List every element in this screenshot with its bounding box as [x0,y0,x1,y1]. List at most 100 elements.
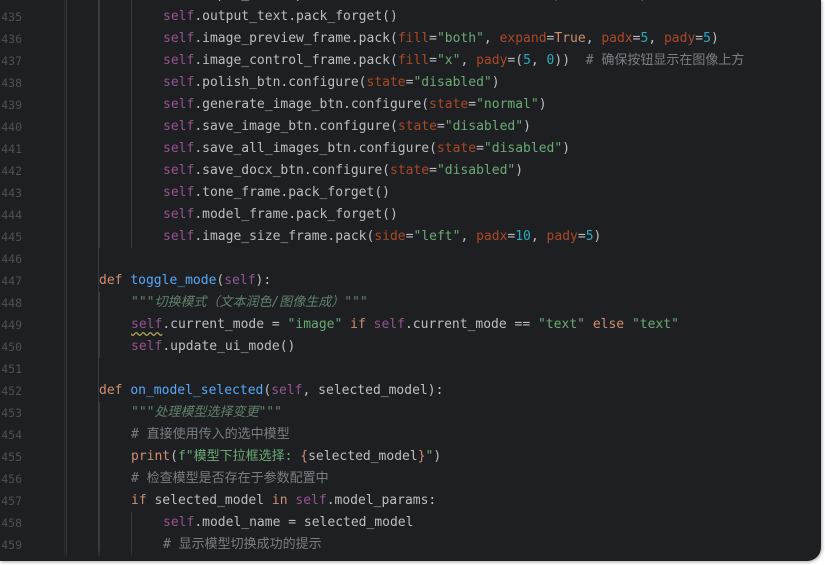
code-token: if [131,493,155,508]
code-token: ) [515,163,524,178]
code-text[interactable]: self.tone_frame.pack_forget() [163,182,390,204]
code-token: .image_size_frame.pack( [194,229,375,244]
code-token: = [586,0,594,2]
code-text[interactable]: self.image_preview_frame.pack(fill="both… [163,28,719,50]
code-text[interactable]: print(f"模型下拉框选择: {selected_model}") [131,446,441,468]
code-token: = [577,229,586,244]
code-line[interactable]: 456 # 检查模型是否存在于参数配置中 [0,468,821,490]
line-number: 436 [1,32,22,46]
code-text[interactable]: self.save_image_btn.configure(state="dis… [163,116,531,138]
indent-guide [66,182,67,204]
code-token: =( [507,53,524,68]
code-line[interactable]: 440 self.save_image_btn.configure(state="… [0,116,821,138]
code-token: , [648,31,664,46]
code-text[interactable]: """处理模型选择变更""" [131,402,282,424]
code-token: , [460,53,477,68]
code-line[interactable]: 453 """处理模型选择变更""" [0,402,821,424]
code-token: "text" [538,317,585,332]
code-line[interactable]: 450 self.update_ui_mode() [0,336,821,358]
code-token: # 检查模型是否存在于参数配置中 [131,471,329,486]
code-token: self [224,273,256,288]
code-token: pady [476,53,508,68]
code-text[interactable]: self.current_mode = "image" if self.curr… [131,314,679,336]
code-line[interactable]: 448 """切换模式（文本润色/图像生成）""" [0,292,821,314]
code-text[interactable]: self.save_docx_btn.configure(state="disa… [163,160,523,182]
code-text[interactable]: """切换模式（文本润色/图像生成）""" [131,292,368,314]
code-line[interactable]: 454 # 直接使用传入的选中模型 [0,424,821,446]
code-token: .image_preview_frame.pack( [194,31,398,46]
bottom-fade [0,549,821,561]
indent-guide [99,226,100,248]
code-token: .update_ui_mode() [162,339,296,354]
code-text[interactable]: # 直接使用传入的选中模型 [131,424,290,446]
code-text[interactable]: if selected_model in self.model_params: [131,490,436,512]
code-token: .save_all_images_btn.configure( [194,141,437,156]
indent-guide [131,204,132,226]
code-token: = [468,0,476,2]
code-text[interactable]: self.image_size_frame.pack(side="left", … [163,226,601,248]
code-text[interactable]: self.model_frame.pack_forget() [163,204,398,226]
code-text[interactable]: self.model_name = selected_model [163,512,413,534]
line-number: 455 [1,450,22,464]
code-line[interactable]: 458 self.model_name = selected_model [0,512,821,534]
code-line[interactable]: 449 self.current_mode = "image" if self.c… [0,314,821,336]
code-token: ) [593,229,602,244]
line-number: 454 [1,428,22,442]
code-token: ) [523,119,531,134]
code-line[interactable]: 445 self.image_size_frame.pack(side = "left… [0,226,821,248]
code-text[interactable]: # 检查模型是否存在于参数配置中 [131,468,329,490]
code-token: "disabled" [483,141,563,156]
indent-guide [66,490,67,512]
code-text[interactable]: self.image_control_frame.pack(fill="x", … [163,50,744,72]
code-line[interactable]: 438 self.polish_btn.configure(state="disa… [0,72,821,94]
code-token: ): [255,273,272,288]
code-token: if [350,317,374,332]
code-line[interactable]: 447 def toggle_mode(self): [0,270,821,292]
line-number: 437 [1,54,22,68]
code-token: "left" [374,0,421,2]
indent-guide [99,336,100,358]
code-text[interactable]: self.output_text.pack_forget() [163,6,398,28]
code-text[interactable]: self.generate_image_btn.configure(state=… [163,94,547,116]
code-text[interactable]: self.save_all_images_btn.configure(state… [163,138,570,160]
code-line[interactable]: 437 self.image_control_frame.pack(fill="x… [0,50,821,72]
code-token: self [131,317,163,332]
code-line[interactable]: 455 print(f"模型下拉框选择: {selected_model}") [0,446,821,468]
line-number: 439 [1,98,22,112]
line-number: 456 [1,472,22,486]
line-number: 452 [1,384,22,398]
code-lines[interactable]: 434self.input_frame.pack(side="left", fi… [0,0,821,556]
code-token: selected_model [308,449,418,464]
code-text[interactable]: self.polish_btn.configure(state="disable… [163,72,500,94]
code-token: self [163,515,195,530]
indent-guide [99,424,100,446]
code-line[interactable]: 442 self.save_docx_btn.configure(state="d… [0,160,821,182]
code-line[interactable]: 436 self.image_preview_frame.pack(fill="b… [0,28,821,50]
code-token: self [163,207,195,222]
indent-guide [66,204,67,226]
code-text[interactable]: self.update_ui_mode() [131,336,295,358]
code-line[interactable]: 444 self.model_frame.pack_forget() [0,204,821,226]
code-token: selected_model [154,493,272,508]
indent-guide [66,314,67,336]
line-number: 441 [1,142,22,156]
line-number: 435 [1,10,22,24]
code-token: side [335,0,366,2]
code-token: True [554,31,586,46]
code-text[interactable]: def toggle_mode(self): [99,270,271,292]
code-text[interactable]: def on_model_selected(self, selected_mod… [99,380,443,402]
code-token: .model_name = selected_model [194,515,414,530]
code-line[interactable]: 443 self.tone_frame.pack_forget() [0,182,821,204]
line-number: 443 [1,186,22,200]
code-token: , selected_model): [302,383,444,398]
code-line[interactable]: 451 [0,358,821,380]
code-line[interactable]: 452 def on_model_selected(self, selected_… [0,380,821,402]
code-line[interactable]: 446 [0,248,821,270]
code-token: padx [476,229,508,244]
code-line[interactable]: 441 self.save_all_images_btn.configure(st… [0,138,821,160]
indent-guide [131,160,132,182]
code-line[interactable]: 435 self.output_text.pack_forget() [0,6,821,28]
code-line[interactable]: 439 self.generate_image_btn.configure(sta… [0,94,821,116]
code-line[interactable]: 457 if selected_model in self.model_param… [0,490,821,512]
